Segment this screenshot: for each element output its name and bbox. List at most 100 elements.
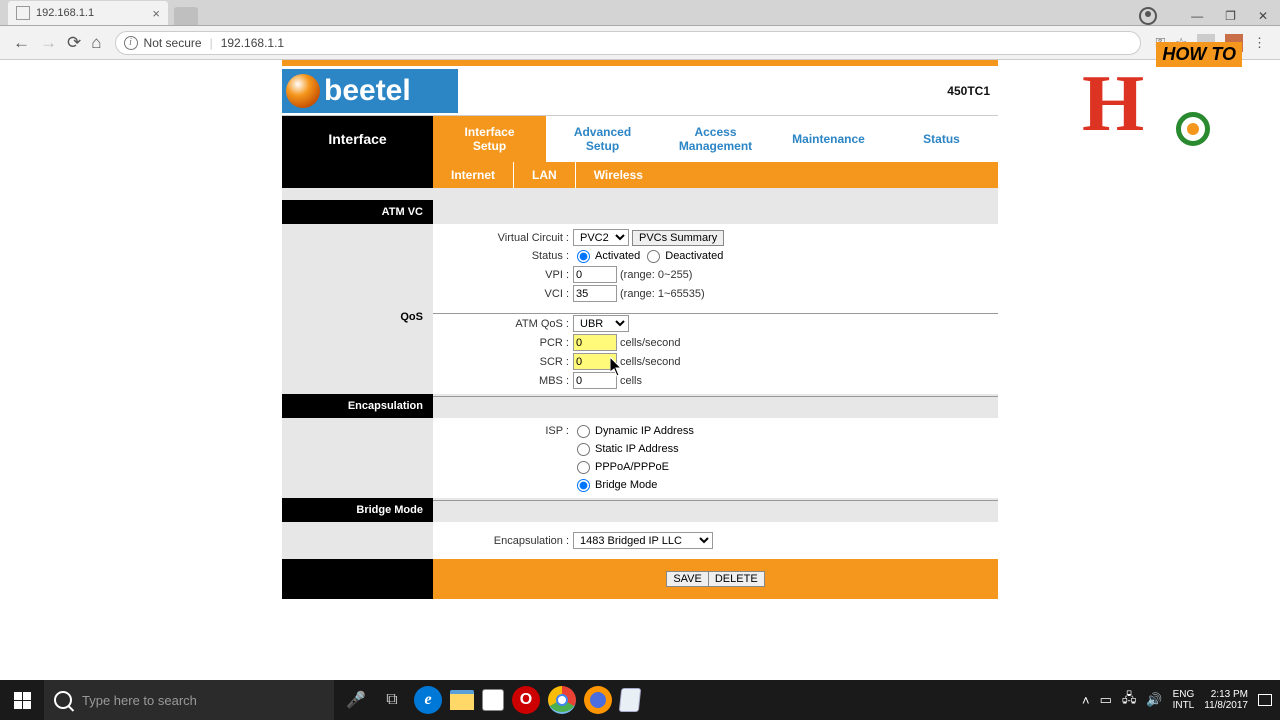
brand-name: beetel (324, 74, 411, 108)
vci-label: VCI : (433, 288, 573, 300)
star-icon[interactable]: ☆ (1175, 35, 1187, 51)
nav-maintenance[interactable]: Maintenance (772, 116, 885, 162)
section-title-bridge: Bridge Mode (282, 498, 433, 522)
tray-battery-icon[interactable]: ▭ (1100, 692, 1112, 708)
taskbar-store[interactable] (482, 689, 504, 711)
tray-notifications-icon[interactable] (1258, 694, 1272, 706)
extension-icon-2[interactable] (1225, 34, 1243, 52)
search-box[interactable]: Type here to search (44, 680, 334, 720)
cortana-mic-icon[interactable]: 🎤 (342, 686, 370, 714)
tray-language[interactable]: ENGINTL (1173, 689, 1195, 711)
section-encap-sidebar (282, 418, 433, 498)
section-bridge-header: Bridge Mode (282, 498, 998, 522)
browser-tab[interactable]: 192.168.1.1 × (8, 1, 168, 25)
taskbar-chrome[interactable] (548, 686, 576, 714)
key-icon[interactable]: ⚿ (1155, 35, 1165, 51)
mbs-label: MBS : (433, 375, 573, 387)
sub-nav-spacer (282, 162, 433, 188)
vci-range: (range: 1~65535) (620, 288, 705, 300)
isp-pppoe-radio[interactable] (577, 461, 590, 474)
nav-access-management[interactable]: AccessManagement (659, 116, 772, 162)
tab-title: 192.168.1.1 (36, 7, 94, 19)
section-qos: QoS ATM QoS : UBR PCR : cells/second (282, 307, 998, 394)
browser-tab-strip: 192.168.1.1 × — ❐ ✕ (0, 0, 1280, 26)
subnav-lan[interactable]: LAN (514, 162, 576, 188)
brand-logo: beetel (282, 69, 458, 113)
save-button[interactable]: SAVE (666, 571, 708, 587)
delete-button[interactable]: DELETE (708, 571, 765, 587)
isp-static-radio[interactable] (577, 443, 590, 456)
vci-input[interactable] (573, 285, 617, 302)
section-encap-header: Encapsulation (282, 394, 998, 418)
section-title-encap: Encapsulation (282, 394, 433, 418)
nav-advanced-setup[interactable]: AdvancedSetup (546, 116, 659, 162)
status-deactivated-radio[interactable] (647, 250, 660, 263)
scr-unit: cells/second (620, 356, 681, 368)
isp-dynamic-radio[interactable] (577, 425, 590, 438)
subnav-wireless[interactable]: Wireless (576, 162, 661, 188)
close-window-icon[interactable]: ✕ (1258, 9, 1268, 23)
status-activated-text: Activated (595, 250, 640, 262)
menu-icon[interactable]: ⋮ (1253, 35, 1266, 51)
tray-volume-icon[interactable]: 🔊 (1146, 692, 1162, 708)
pcr-label: PCR : (433, 337, 573, 349)
maximize-icon[interactable]: ❐ (1225, 9, 1236, 23)
pvcs-summary-button[interactable]: PVCs Summary (632, 230, 724, 246)
taskbar-explorer[interactable] (450, 690, 474, 710)
new-tab-button[interactable] (174, 7, 198, 25)
tray-network-icon[interactable]: 🖧 (1122, 689, 1137, 711)
browser-toolbar: ← → ⟳ ⌂ i Not secure | 192.168.1.1 ⚿ ☆ ⋮ (0, 26, 1280, 60)
taskbar-opera[interactable]: O (512, 686, 540, 714)
brand-row: beetel 450TC1 (282, 66, 998, 116)
page-content: beetel 450TC1 Interface InterfaceSetup A… (0, 60, 1280, 680)
taskbar: Type here to search 🎤 ⧉ e O ˄ ▭ 🖧 🔊 ENGI… (0, 680, 1280, 720)
status-label: Status : (433, 250, 573, 262)
main-nav: Interface InterfaceSetup AdvancedSetup A… (282, 116, 998, 162)
info-icon[interactable]: i (124, 36, 138, 50)
pcr-input[interactable] (573, 334, 617, 351)
mbs-input[interactable] (573, 372, 617, 389)
minimize-icon[interactable]: — (1191, 9, 1203, 23)
isp-bridge-radio[interactable] (577, 479, 590, 492)
subnav-internet[interactable]: Internet (433, 162, 514, 188)
close-tab-icon[interactable]: × (152, 6, 160, 21)
section-title-qos: QoS (282, 307, 433, 394)
status-deactivated-text: Deactivated (665, 250, 723, 262)
extension-icon-1[interactable] (1197, 34, 1215, 52)
nav-section-title: Interface (282, 116, 433, 162)
atmqos-label: ATM QoS : (433, 318, 573, 330)
isp-label: ISP : (433, 425, 573, 437)
scr-input[interactable] (573, 353, 617, 370)
tray-clock[interactable]: 2:13 PM11/8/2017 (1204, 689, 1248, 711)
isp-static-text: Static IP Address (595, 443, 679, 455)
search-icon (54, 691, 72, 709)
home-icon[interactable]: ⌂ (86, 33, 106, 53)
status-activated-radio[interactable] (577, 250, 590, 263)
isp-pppoe-text: PPPoA/PPPoE (595, 461, 669, 473)
back-icon[interactable]: ← (8, 33, 35, 53)
model-label: 450TC1 (947, 84, 998, 98)
account-icon[interactable] (1139, 7, 1157, 25)
encap-select[interactable]: 1483 Bridged IP LLC (573, 532, 713, 549)
scr-label: SCR : (433, 356, 573, 368)
taskbar-notepad[interactable] (619, 688, 642, 712)
section-bridge-sidebar (282, 522, 433, 559)
atm-qos-select[interactable]: UBR (573, 315, 629, 332)
page-icon (16, 6, 30, 20)
section-gap (282, 188, 998, 200)
security-label: Not secure (144, 36, 202, 50)
search-placeholder: Type here to search (82, 693, 197, 708)
task-view-icon[interactable]: ⧉ (378, 686, 406, 714)
reload-icon[interactable]: ⟳ (62, 33, 86, 53)
isp-bridge-text: Bridge Mode (595, 479, 657, 491)
omnibox[interactable]: i Not secure | 192.168.1.1 (115, 31, 1142, 55)
nav-status[interactable]: Status (885, 116, 998, 162)
taskbar-edge[interactable]: e (414, 686, 442, 714)
virtual-circuit-select[interactable]: PVC2 (573, 229, 629, 246)
tray-chevron-icon[interactable]: ˄ (1082, 693, 1090, 708)
vpi-input[interactable] (573, 266, 617, 283)
nav-interface-setup[interactable]: InterfaceSetup (433, 116, 546, 162)
taskbar-firefox[interactable] (584, 686, 612, 714)
section-atm-vc-header: ATM VC (282, 200, 998, 224)
start-button[interactable] (0, 680, 44, 720)
